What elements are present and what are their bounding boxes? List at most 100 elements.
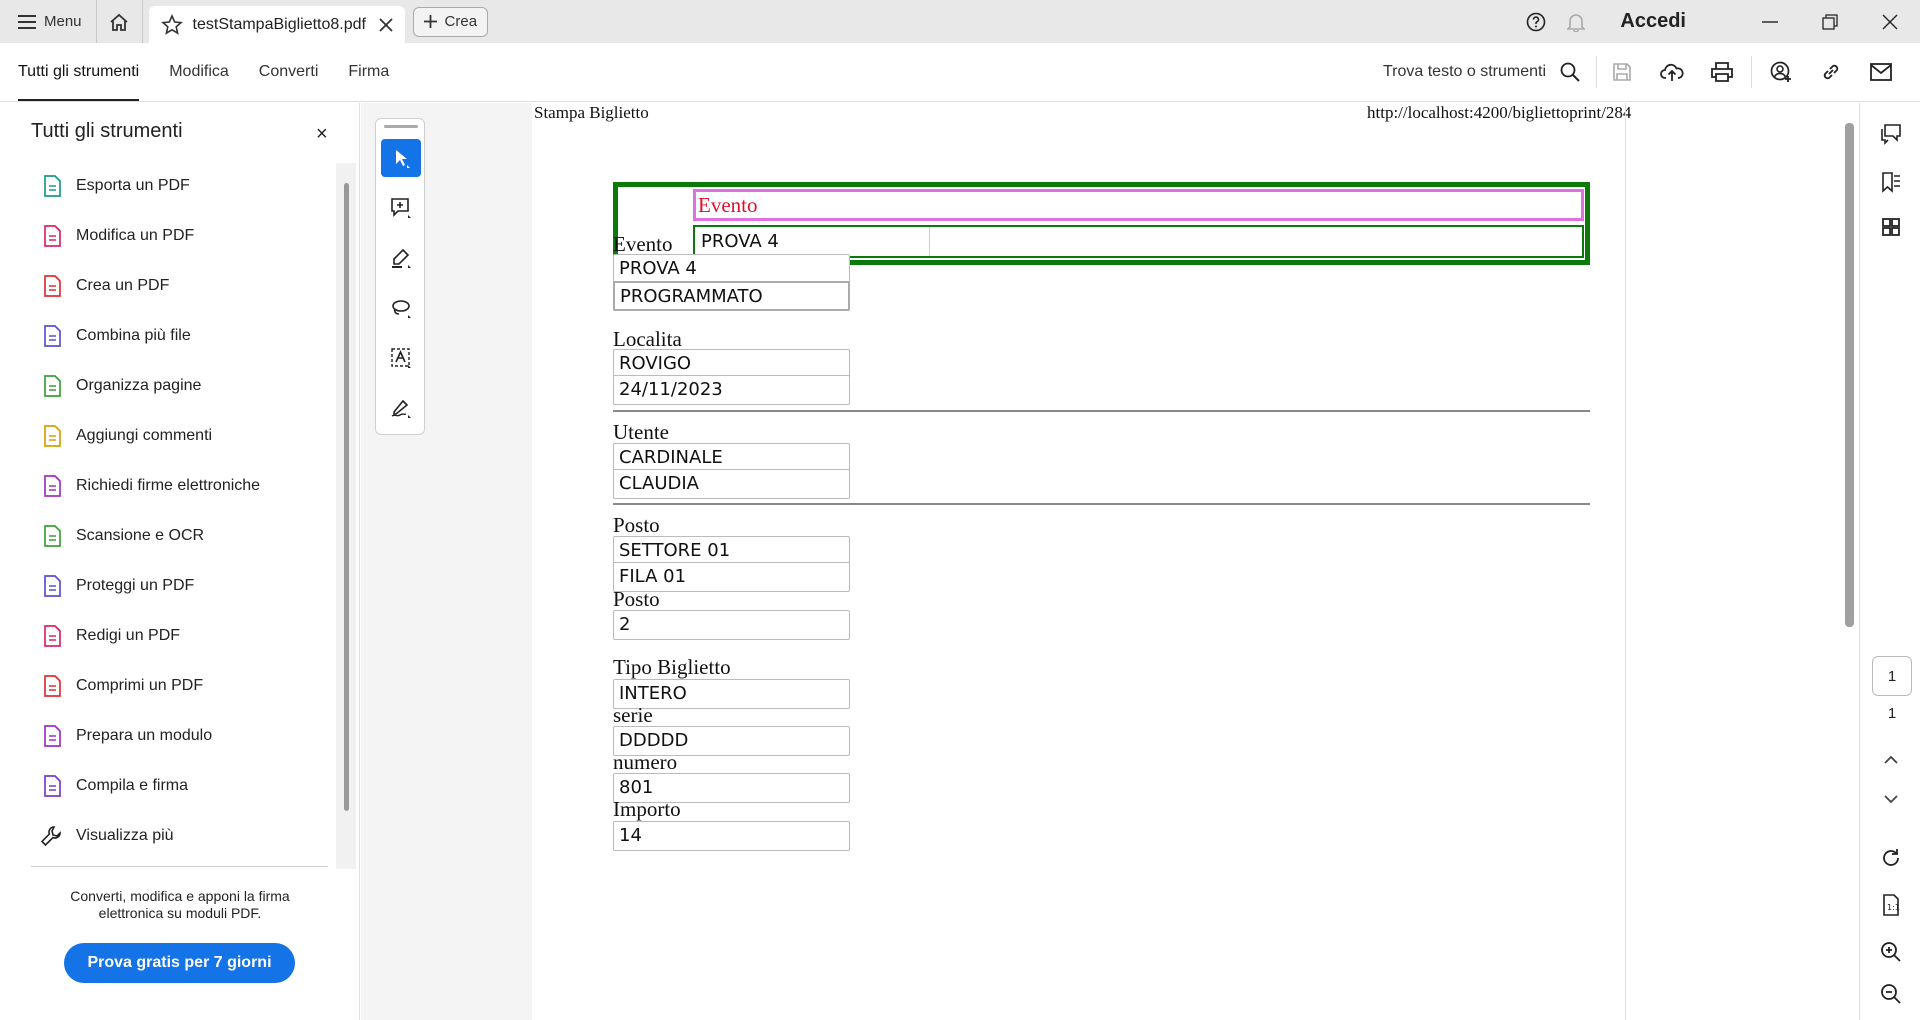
importo-field[interactable]: 14: [613, 821, 850, 851]
tool-item[interactable]: Combina più file: [0, 311, 336, 361]
text-tool-button[interactable]: [381, 339, 421, 377]
nome-field[interactable]: CLAUDIA: [613, 469, 850, 499]
comments-panel-button[interactable]: [1860, 123, 1920, 145]
document-tab[interactable]: testStampaBiglietto8.pdf: [148, 6, 405, 43]
rotate-button[interactable]: [1860, 847, 1920, 869]
scan-ocr-icon: [42, 525, 62, 547]
tool-item[interactable]: Organizza pagine: [0, 361, 336, 411]
link-icon[interactable]: [1806, 61, 1856, 83]
tool-item-label: Crea un PDF: [76, 277, 170, 294]
redact-pdf-icon: [42, 625, 62, 647]
fit-page-button[interactable]: 1:1: [1860, 894, 1920, 916]
star-icon[interactable]: [160, 13, 183, 36]
zoom-out-button[interactable]: [1860, 983, 1920, 1005]
tool-item[interactable]: Comprimi un PDF: [0, 661, 336, 711]
upload-cloud-icon[interactable]: [1647, 62, 1697, 82]
pdf-page: Stampa Biglietto http://localhost:4200/b…: [532, 103, 1859, 1020]
page-edge: [1625, 103, 1626, 1020]
edit-pdf-icon: [42, 225, 62, 247]
rotate-icon: [1880, 847, 1902, 869]
event-box-value: PROVA 4: [695, 227, 930, 256]
tool-item[interactable]: Proteggi un PDF: [0, 561, 336, 611]
tool-item[interactable]: Prepara un modulo: [0, 711, 336, 761]
sign-tool-button[interactable]: [381, 389, 421, 427]
tool-item-label: Richiedi firme elettroniche: [76, 477, 261, 494]
home-button[interactable]: [97, 0, 143, 43]
bell-icon[interactable]: [1556, 12, 1596, 32]
save-icon[interactable]: [1597, 62, 1647, 82]
numero-label: numero: [613, 750, 678, 774]
tool-item[interactable]: Modifica un PDF: [0, 211, 336, 261]
previous-page-button[interactable]: [1860, 755, 1920, 764]
serie-label: serie: [613, 703, 653, 727]
combine-files-icon: [42, 325, 62, 347]
search-icon: [1560, 62, 1580, 82]
compress-pdf-icon: [42, 675, 62, 697]
thumbnails-panel-button[interactable]: [1860, 218, 1920, 236]
drag-handle[interactable]: [384, 125, 418, 128]
hamburger-icon: [18, 14, 36, 29]
grid-icon: [1881, 218, 1900, 236]
tab-modifica[interactable]: Modifica: [154, 43, 244, 101]
view-more-item[interactable]: Visualizza più: [0, 811, 336, 861]
tool-item[interactable]: Scansione e OCR: [0, 511, 336, 561]
bookmarks-panel-button[interactable]: [1860, 171, 1920, 193]
tool-item[interactable]: Crea un PDF: [0, 261, 336, 311]
panel-scrollbar[interactable]: [344, 183, 349, 811]
tool-item-label: Combina più file: [76, 327, 191, 344]
draw-tool-button[interactable]: [381, 289, 421, 327]
find-tools-button[interactable]: Trova testo o strumenti: [1383, 56, 1597, 88]
tab-tutti-gli-strumenti[interactable]: Tutti gli strumenti: [0, 43, 154, 101]
accedi-button[interactable]: Accedi: [1620, 10, 1686, 33]
home-icon: [109, 13, 129, 31]
close-tab-icon[interactable]: [378, 17, 393, 32]
evento-field[interactable]: PROVA 4: [613, 254, 850, 284]
tab-firma[interactable]: Firma: [333, 43, 404, 101]
menu-button[interactable]: Menu: [0, 0, 97, 43]
tool-item-label: Redigi un PDF: [76, 627, 181, 644]
tool-item[interactable]: Aggiungi commenti: [0, 411, 336, 461]
zoom-in-button[interactable]: [1860, 941, 1920, 963]
minimize-icon[interactable]: [1740, 0, 1800, 43]
request-signatures-icon: [42, 475, 62, 497]
free-trial-button[interactable]: Prova gratis per 7 giorni: [64, 943, 295, 983]
select-tool-button[interactable]: [381, 139, 421, 177]
print-icon[interactable]: [1697, 62, 1747, 82]
document-viewport[interactable]: Stampa Biglietto http://localhost:4200/b…: [361, 103, 1859, 1020]
highlighter-icon: [390, 247, 412, 269]
restore-icon[interactable]: [1800, 0, 1860, 43]
event-box-label: Evento: [693, 189, 1584, 221]
highlight-tool-button[interactable]: [381, 239, 421, 277]
tool-item[interactable]: Redigi un PDF: [0, 611, 336, 661]
bookmark-icon: [1880, 171, 1902, 193]
zoom-out-icon: [1880, 983, 1902, 1005]
tab-title: testStampaBiglietto8.pdf: [192, 15, 366, 33]
comments-icon: [1880, 123, 1902, 145]
posto-number-field[interactable]: 2: [613, 610, 850, 640]
close-panel-icon[interactable]: ×: [316, 123, 328, 146]
tab-converti[interactable]: Converti: [244, 43, 334, 101]
add-comment-icon: [42, 425, 62, 447]
export-pdf-icon: [42, 175, 62, 197]
next-page-button[interactable]: [1860, 795, 1920, 804]
crea-button[interactable]: Crea: [412, 6, 489, 37]
share-user-icon[interactable]: [1756, 61, 1806, 83]
data-field[interactable]: 24/11/2023: [613, 375, 850, 405]
help-icon[interactable]: [1516, 12, 1556, 32]
close-window-icon[interactable]: [1860, 0, 1920, 43]
posto-number-label: Posto: [613, 587, 660, 611]
tool-item[interactable]: Compila e firma: [0, 761, 336, 811]
comment-tool-button[interactable]: [381, 189, 421, 227]
tool-item[interactable]: Esporta un PDF: [0, 161, 336, 211]
tool-item-label: Prepara un modulo: [76, 727, 213, 744]
find-label: Trova testo o strumenti: [1382, 63, 1546, 80]
lasso-icon: [390, 297, 412, 319]
page-number-input[interactable]: 1: [1872, 656, 1912, 696]
importo-label: Importo: [613, 797, 681, 821]
document-scrollbar[interactable]: [1845, 123, 1854, 627]
wrench-icon: [40, 825, 62, 847]
cursor-icon: [391, 147, 411, 169]
tool-item[interactable]: Richiedi firme elettroniche: [0, 461, 336, 511]
email-icon[interactable]: [1856, 63, 1906, 81]
stato-field[interactable]: PROGRAMMATO: [613, 281, 850, 311]
